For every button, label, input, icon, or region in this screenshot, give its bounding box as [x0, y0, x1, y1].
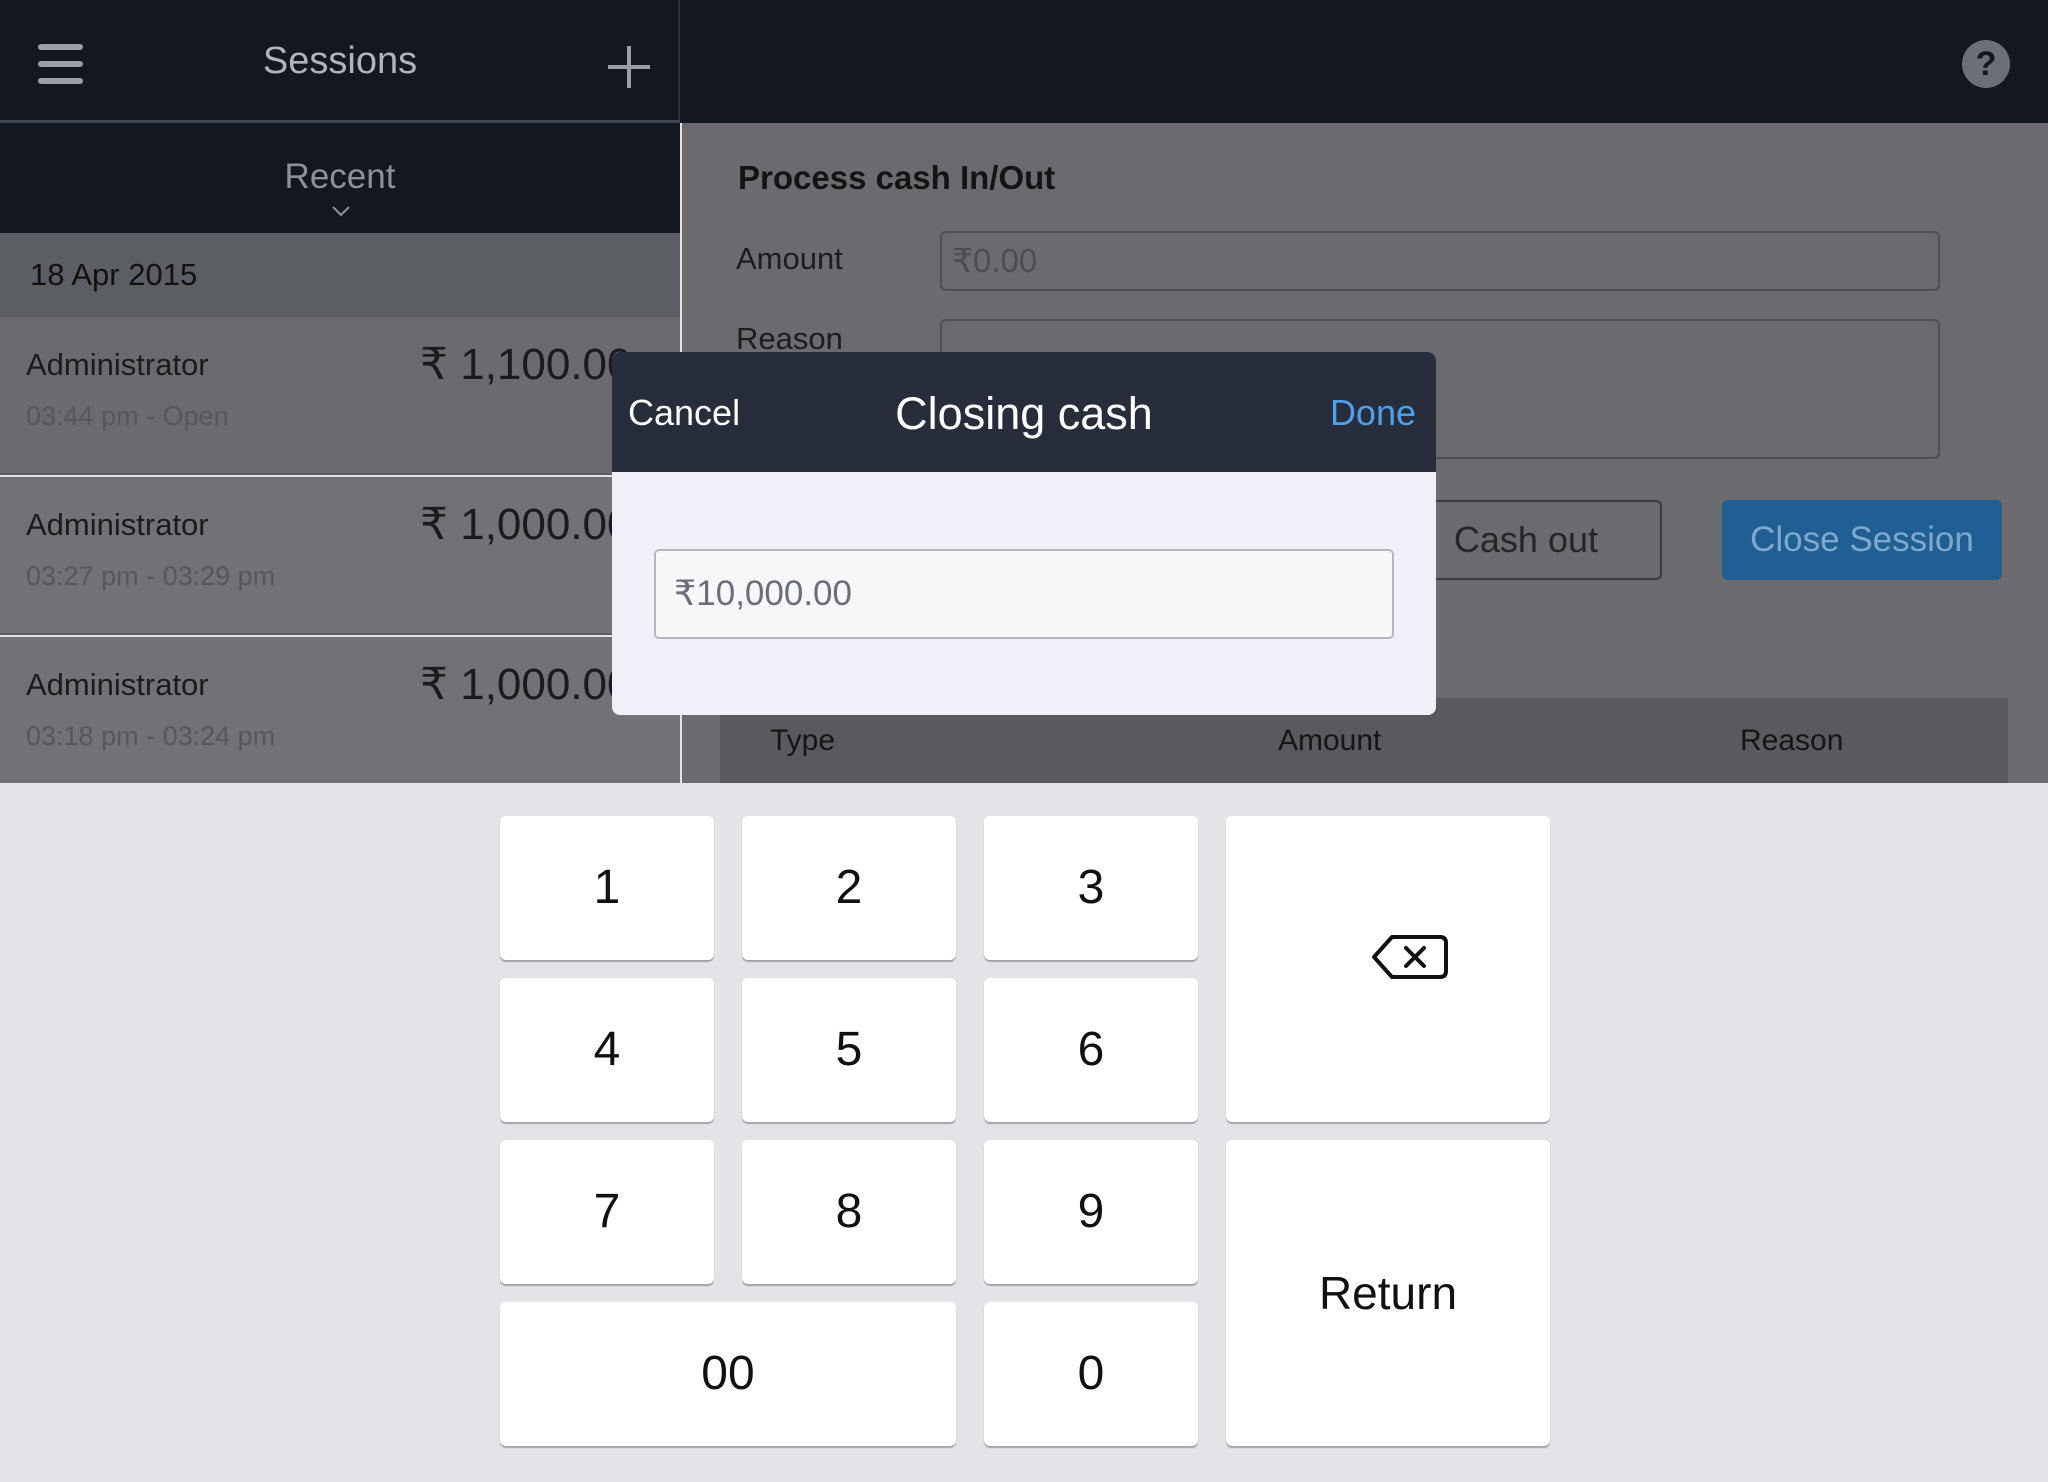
- column-header-amount: Amount: [1278, 724, 1382, 757]
- session-item[interactable]: Administrator 03:18 pm - 03:24 pm ₹ 1,00…: [0, 637, 680, 783]
- recent-filter[interactable]: Recent: [0, 123, 680, 233]
- cancel-button[interactable]: Cancel: [628, 392, 740, 434]
- key-9[interactable]: 9: [984, 1140, 1198, 1284]
- key-0[interactable]: 0: [984, 1302, 1198, 1446]
- column-header-reason: Reason: [1740, 724, 1844, 757]
- column-header-type: Type: [770, 724, 836, 757]
- date-group-header: 18 Apr 2015: [0, 233, 680, 317]
- key-00[interactable]: 00: [500, 1302, 956, 1446]
- hamburger-menu-icon[interactable]: [38, 44, 83, 84]
- sessions-header: Sessions: [0, 0, 680, 123]
- session-time: 03:44 pm - Open: [26, 401, 229, 431]
- key-3[interactable]: 3: [984, 816, 1198, 960]
- help-icon[interactable]: ?: [1962, 40, 2010, 88]
- chevron-down-icon: [332, 206, 350, 217]
- section-title: Process cash In/Out: [738, 159, 1056, 196]
- date-group-label: 18 Apr 2015: [30, 257, 198, 292]
- closing-cash-dialog: Closing cash Cancel Done ₹10,000.00: [612, 352, 1436, 715]
- session-amount: ₹ 1,000.00: [420, 500, 632, 549]
- key-1[interactable]: 1: [500, 816, 714, 960]
- session-time: 03:18 pm - 03:24 pm: [26, 721, 276, 751]
- session-user: Administrator: [26, 347, 209, 382]
- recent-filter-label: Recent: [284, 157, 396, 196]
- close-session-button[interactable]: Close Session: [1722, 500, 2002, 580]
- key-4[interactable]: 4: [500, 978, 714, 1122]
- plus-icon[interactable]: [608, 46, 650, 88]
- done-button[interactable]: Done: [1330, 392, 1416, 434]
- amount-label: Amount: [736, 241, 843, 276]
- session-amount: ₹ 1,100.00: [420, 340, 632, 389]
- session-user: Administrator: [26, 507, 209, 542]
- key-8[interactable]: 8: [742, 1140, 956, 1284]
- closing-cash-input[interactable]: ₹10,000.00: [654, 549, 1394, 639]
- session-item[interactable]: Administrator 03:27 pm - 03:29 pm ₹ 1,00…: [0, 477, 680, 635]
- backspace-icon: [1372, 935, 1448, 979]
- backspace-key[interactable]: [1226, 816, 1550, 1122]
- page-title: Sessions: [262, 40, 418, 82]
- key-2[interactable]: 2: [742, 816, 956, 960]
- amount-input[interactable]: ₹0.00: [940, 231, 1940, 291]
- key-5[interactable]: 5: [742, 978, 956, 1122]
- session-user: Administrator: [26, 667, 209, 702]
- return-key[interactable]: Return: [1226, 1140, 1550, 1446]
- key-7[interactable]: 7: [500, 1140, 714, 1284]
- session-time: 03:27 pm - 03:29 pm: [26, 561, 276, 591]
- dialog-header: Closing cash Cancel Done: [612, 352, 1436, 472]
- key-6[interactable]: 6: [984, 978, 1198, 1122]
- session-item[interactable]: Administrator 03:44 pm - Open ₹ 1,100.00: [0, 317, 680, 475]
- session-amount: ₹ 1,000.00: [420, 660, 632, 709]
